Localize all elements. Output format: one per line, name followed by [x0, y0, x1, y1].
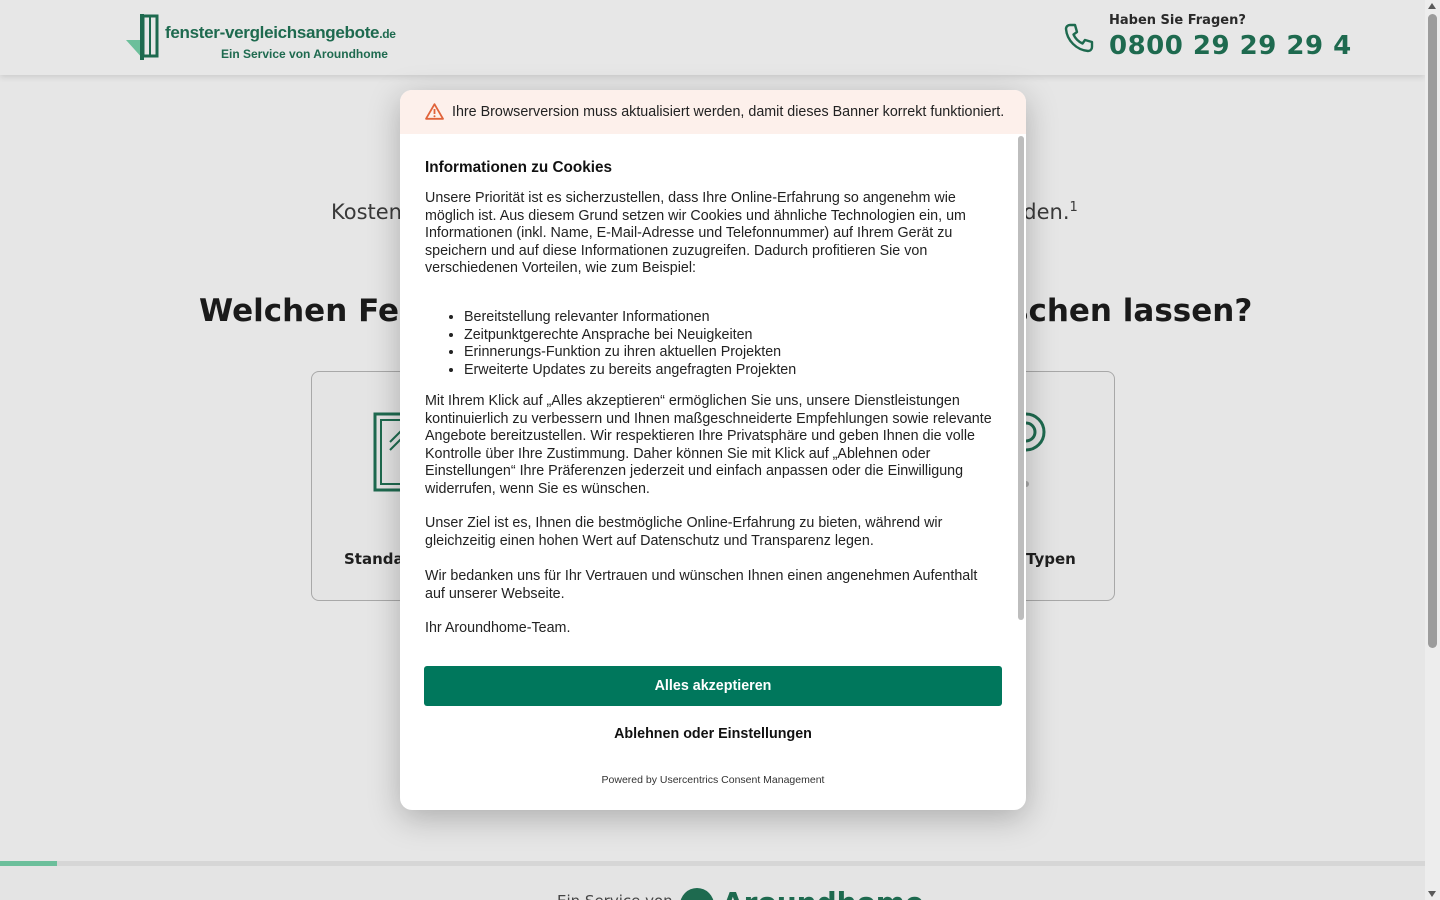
- goal-paragraph: Unser Ziel ist es, Ihnen die bestmöglich…: [425, 515, 943, 549]
- page-scrollbar-thumb[interactable]: [1428, 14, 1437, 648]
- browser-warning-text: Ihre Browserversion muss aktualisiert we…: [452, 104, 1005, 120]
- scroll-down-arrow-icon[interactable]: [1428, 891, 1436, 897]
- logo-tld: .de: [379, 27, 396, 41]
- powered-by-text: Powered by Usercentrics Consent Manageme…: [601, 774, 825, 786]
- list-item: Bereitstellung relevanter Informationen: [464, 309, 984, 327]
- hero-footnote: 1: [1069, 200, 1078, 215]
- signature: Ihr Aroundhome-Team.: [425, 620, 571, 636]
- hero-subtitle-left: Kosten: [331, 200, 402, 224]
- site-header: fenster-vergleichsangebote.de Ein Servic…: [0, 0, 1425, 75]
- window-logo-icon: [126, 14, 159, 60]
- decline-or-settings-button[interactable]: Ablehnen oder Einstellungen: [424, 720, 1002, 748]
- option-label: Typen: [1026, 550, 1076, 568]
- phone-icon: [1064, 23, 1094, 53]
- list-item: Erweiterte Updates zu bereits angefragte…: [464, 362, 984, 380]
- consent-scrollbar-thumb[interactable]: [1018, 136, 1024, 620]
- benefits-list: Bereitstellung relevanter Informationen …: [464, 309, 984, 379]
- cookie-consent-dialog: Ihre Browserversion muss aktualisiert we…: [400, 90, 1026, 810]
- scroll-up-arrow-icon[interactable]: [1428, 3, 1436, 9]
- logo-name: fenster-vergleichsangebote: [165, 23, 380, 42]
- consent-intro: Unsere Priorität ist es sicherzustellen,…: [425, 190, 966, 276]
- accept-all-button[interactable]: Alles akzeptieren: [424, 666, 1002, 706]
- logo-subtitle: Ein Service von Aroundhome: [221, 47, 388, 61]
- warning-triangle-icon: [425, 103, 444, 120]
- question-heading-right: schen lassen?: [1010, 293, 1253, 329]
- thanks-paragraph: Wir bedanken uns für Ihr Vertrauen und w…: [425, 568, 978, 602]
- consent-title: Informationen zu Cookies: [425, 159, 612, 176]
- list-item: Erinnerungs-Funktion zu ihren aktuellen …: [464, 344, 984, 362]
- logo-title: fenster-vergleichsangebote.de: [165, 23, 396, 43]
- consent-scrollbar[interactable]: [1016, 134, 1026, 620]
- contact-phone-link[interactable]: 0800 29 29 29 4: [1109, 31, 1352, 61]
- site-footer: Ein Service von Aroundhome: [0, 866, 1425, 900]
- contact-question: Haben Sie Fragen?: [1109, 13, 1246, 28]
- footer-brand: Aroundhome: [722, 886, 924, 900]
- consent-paragraph: Mit Ihrem Klick auf „Alles akzeptieren“ …: [425, 393, 992, 497]
- aroundhome-logo-icon: [680, 888, 714, 900]
- browser-warning-banner: Ihre Browserversion muss aktualisiert we…: [400, 90, 1026, 134]
- footer-service-text: Ein Service von: [557, 892, 673, 900]
- list-item: Zeitpunktgerechte Ansprache bei Neuigkei…: [464, 327, 984, 345]
- page-scrollbar[interactable]: [1425, 0, 1440, 900]
- site-logo[interactable]: fenster-vergleichsangebote.de Ein Servic…: [126, 14, 396, 62]
